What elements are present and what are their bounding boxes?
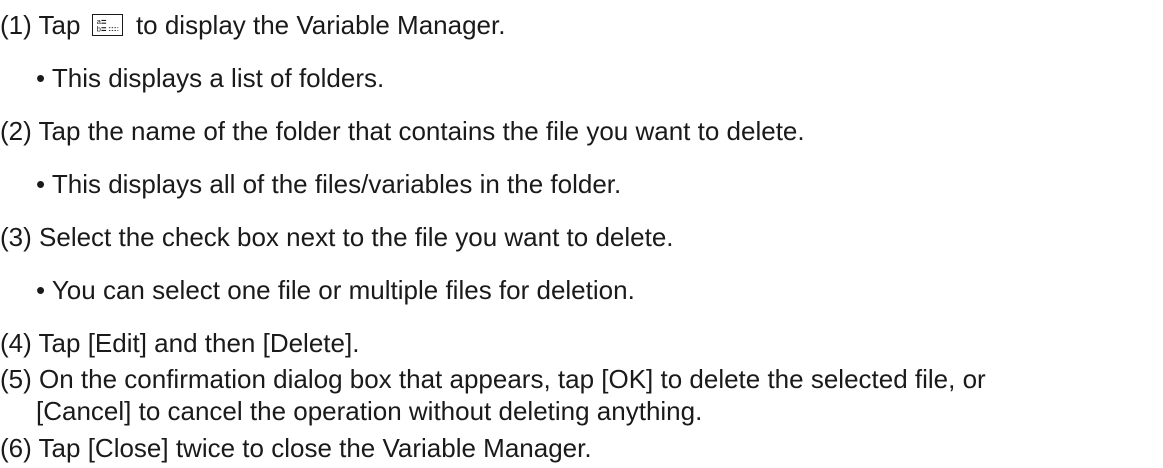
step-4: (4) Tap [Edit] and then [Delete]. <box>0 328 359 358</box>
step-6: (6) Tap [Close] twice to close the Varia… <box>0 433 592 463</box>
step-1: (1) Tap a b to display the Variable Mana… <box>0 10 505 40</box>
step-5: (5) On the confirmation dialog box that … <box>0 364 986 394</box>
step-3: (3) Select the check box next to the fil… <box>0 222 674 252</box>
step-text: Tap the name of the folder that contains… <box>38 116 805 146</box>
step-3-note: • You can select one file or multiple fi… <box>36 275 635 305</box>
step-number: (3) <box>0 222 32 252</box>
step-5-continuation: [Cancel] to cancel the operation without… <box>36 396 703 426</box>
step-number: (2) <box>0 116 32 146</box>
step-text: Select the check box next to the file yo… <box>39 222 674 252</box>
step-number: (6) <box>0 433 32 463</box>
instruction-list: (1) Tap a b to display the Variable Mana… <box>0 0 1163 468</box>
step-text: Tap [Close] twice to close the Variable … <box>38 433 592 463</box>
step-1-note: • This displays a list of folders. <box>36 63 385 93</box>
step-text: to display the Variable Manager. <box>135 10 506 40</box>
step-number: (1) <box>0 10 32 40</box>
step-text: Tap <box>38 10 81 40</box>
step-number: (5) <box>0 364 32 394</box>
variable-manager-icon: a b <box>91 14 123 36</box>
svg-text:b: b <box>96 24 100 33</box>
step-text: Tap [Edit] and then [Delete]. <box>38 328 360 358</box>
step-number: (4) <box>0 328 32 358</box>
step-2: (2) Tap the name of the folder that cont… <box>0 116 805 146</box>
step-text: On the confirmation dialog box that appe… <box>39 364 986 394</box>
step-2-note: • This displays all of the files/variabl… <box>36 169 622 199</box>
